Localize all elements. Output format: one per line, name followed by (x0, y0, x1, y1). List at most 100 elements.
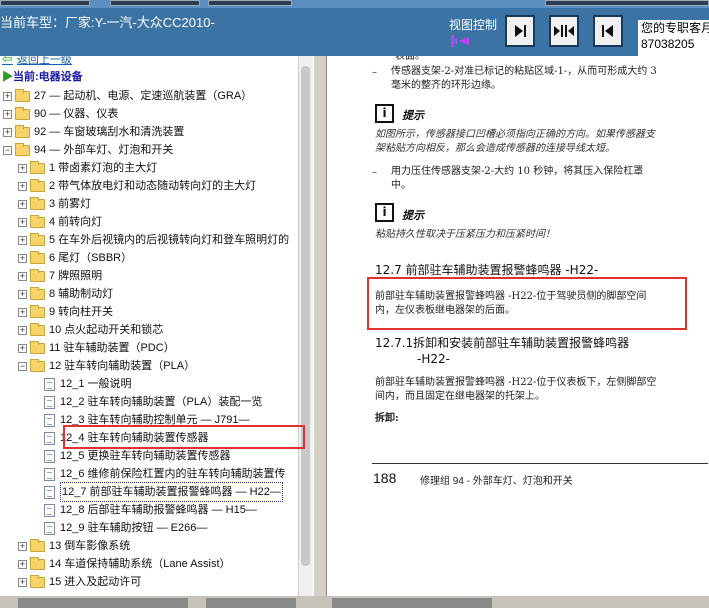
expand-icon[interactable]: + (3, 91, 12, 101)
tree-folder-item[interactable]: +92 — 车窗玻璃刮水和清洗装置 (3, 123, 184, 141)
expand-icon[interactable]: + (18, 559, 27, 569)
bullet-dash: – (372, 167, 377, 178)
expand-icon[interactable]: + (18, 235, 27, 245)
tree-item-label: 27 — 起动机、电源、定速巡航装置（GRA） (34, 90, 253, 102)
expand-icon[interactable]: + (18, 307, 27, 317)
tree-folder-item[interactable]: +90 — 仪器、仪表 (3, 105, 118, 123)
expand-icon[interactable]: + (3, 109, 12, 119)
home-icon: ▶ (2, 71, 13, 83)
tree-folder-item[interactable]: +7 牌照照明 (18, 267, 102, 285)
tree-item-label: 94 — 外部车灯、灯泡和开关 (34, 144, 174, 156)
tree-folder-item[interactable]: +5 在车外后视镜内的后视镜转向灯和登车照明灯的 (18, 231, 289, 249)
tree-folder-item[interactable]: +15 进入及起动许可 (18, 573, 141, 591)
expand-icon[interactable]: + (18, 253, 27, 263)
tree-item-label: 11 驻车辅助装置（PDC） (49, 342, 175, 354)
tree-item-label: 4 前转向灯 (49, 216, 103, 228)
folder-icon (30, 178, 45, 192)
expand-icon[interactable]: + (18, 541, 27, 551)
car-model-label: 当前车型：厂家:Y-一汽-大众CC2010- (0, 15, 215, 30)
expand-icon[interactable]: + (18, 271, 27, 281)
document-icon (44, 485, 55, 499)
tree-folder-item[interactable]: +8 辅助制动灯 (18, 285, 113, 303)
tree-doc-item[interactable]: 12_1 一般说明 (44, 375, 132, 393)
folder-icon (30, 214, 45, 228)
tree-doc-item[interactable]: 12_9 驻车辅助按钮 — E266— (44, 519, 207, 537)
tree-folder-item[interactable]: +3 前雾灯 (18, 195, 91, 213)
tree-item-label: 12 驻车转向辅助装置（PLA） (49, 360, 196, 372)
tree-folder-item[interactable]: +1 带卤素灯泡的主大灯 (18, 159, 157, 177)
bottom-tab[interactable] (18, 598, 188, 608)
top-tab[interactable] (110, 0, 200, 6)
page-number: 188 (373, 470, 397, 486)
tree-item-label: 3 前雾灯 (49, 198, 92, 210)
note-heading: 提示 (402, 109, 424, 122)
folder-icon (30, 538, 45, 552)
pane-splitter[interactable] (313, 56, 327, 596)
tree-item-label: 15 进入及起动许可 (49, 576, 142, 588)
expand-icon[interactable]: + (18, 577, 27, 587)
bullet-text: 用力压住传感器支架-2-大约 10 秒钟，将其压入保险杠罩 中。 (391, 166, 644, 191)
view-control-label: 视图控制 (449, 18, 498, 32)
collapse-icon[interactable]: − (18, 361, 27, 371)
expand-icon[interactable]: + (18, 163, 27, 173)
tree-item-label: 92 — 车窗玻璃刮水和清洗装置 (34, 126, 185, 138)
arrows-split-icon (554, 25, 574, 37)
collapse-icon[interactable]: − (3, 145, 12, 155)
folder-icon (30, 322, 45, 336)
tree-folder-item[interactable]: − 12 驻车转向辅助装置（PLA） (18, 357, 195, 375)
tree-folder-item[interactable]: − 94 — 外部车灯、灯泡和开关 (3, 141, 173, 159)
tree-doc-item[interactable]: 12_2 驻车转向辅助装置（PLA）装配一览 (44, 393, 262, 411)
tree-folder-item[interactable]: +13 倒车影像系统 (18, 537, 130, 555)
expand-left-button[interactable] (593, 15, 623, 47)
tree-item-label: 1 带卤素灯泡的主大灯 (49, 162, 158, 174)
navigation-tree: ⇦ 返回上一级 ▶当前:电器设备 +27 — 起动机、电源、定速巡航装置（GRA）… (0, 56, 313, 596)
tree-folder-item[interactable]: +6 尾灯（SBBR） (18, 249, 132, 267)
tree-folder-item[interactable]: +11 驻车辅助装置（PDC） (18, 339, 175, 357)
tree-folder-item[interactable]: +27 — 起动机、电源、定速巡航装置（GRA） (3, 87, 252, 105)
tree-item-label: 12_9 驻车辅助按钮 — E266— (60, 522, 208, 534)
expand-icon[interactable]: + (18, 325, 27, 335)
tree-folder-item[interactable]: +4 前转向灯 (18, 213, 102, 231)
tree-item-label: 12_8 后部驻车辅助报警蜂鸣器 — H15— (60, 504, 257, 516)
view-control-icon (451, 35, 469, 47)
expand-icon[interactable]: + (18, 217, 27, 227)
expand-icon[interactable]: + (3, 127, 12, 137)
folder-icon (15, 88, 30, 102)
tree-folder-item[interactable]: +2 带气体放电灯和动态随动转向灯的主大灯 (18, 177, 256, 195)
folder-icon (30, 250, 45, 264)
tree-item-label: 12_1 一般说明 (60, 378, 132, 390)
selection-highlight-box (63, 425, 305, 449)
tree-folder-item[interactable]: +14 车道保持辅助系统（Lane Assist） (18, 555, 231, 573)
bottom-tab[interactable] (332, 598, 492, 608)
folder-icon (30, 304, 45, 318)
tree-folder-item[interactable]: +9 转向柱开关 (18, 303, 113, 321)
tree-doc-item[interactable]: 12_8 后部驻车辅助报警蜂鸣器 — H15— (44, 501, 257, 519)
tree-doc-item[interactable]: 12_6 维修前保险杠置内的驻车转向辅助装置传 (44, 465, 286, 483)
tree-scrollbar-thumb[interactable] (301, 66, 310, 566)
note-text: 如图所示，传感器接口凹槽必须指向正确的方向。如果传感器支 架粘贴方向相反，那么会… (375, 129, 655, 154)
folder-icon (30, 232, 45, 246)
tree-doc-item[interactable]: 12_5 更换驻车转向辅助装置传感器 (44, 447, 231, 465)
top-tab[interactable] (0, 0, 90, 6)
expand-icon[interactable]: + (18, 343, 27, 353)
tree-item-label: 7 牌照照明 (49, 270, 103, 282)
document-icon (44, 413, 55, 427)
tree-item-label: 10 点火起动开关和锁芯 (49, 324, 164, 336)
expand-icon[interactable]: + (18, 199, 27, 209)
bottom-tab[interactable] (206, 598, 296, 608)
subsection-title: 12.7.1拆卸和安装前部驻车辅助装置报警蜂鸣器 -H22- (375, 336, 630, 366)
tree-item-label: 90 — 仪器、仪表 (34, 108, 119, 120)
current-node-label: ▶当前:电器设备 (2, 71, 83, 83)
tree-doc-item[interactable]: 12_7 前部驻车辅助装置报警蜂鸣器 — H22— (44, 482, 283, 502)
back-link[interactable]: ⇦ 返回上一级 (2, 56, 72, 67)
top-tab[interactable] (545, 0, 709, 6)
bullet-dash: – (372, 67, 377, 78)
split-view-button[interactable] (549, 15, 579, 47)
expand-right-button[interactable] (505, 15, 535, 47)
top-tab[interactable] (208, 0, 292, 6)
doc-fragment: 表面。 (395, 56, 425, 62)
tree-item-label: 14 车道保持辅助系统（Lane Assist） (49, 558, 231, 570)
tree-folder-item[interactable]: +10 点火起动开关和锁芯 (18, 321, 163, 339)
expand-icon[interactable]: + (18, 289, 27, 299)
expand-icon[interactable]: + (18, 181, 27, 191)
